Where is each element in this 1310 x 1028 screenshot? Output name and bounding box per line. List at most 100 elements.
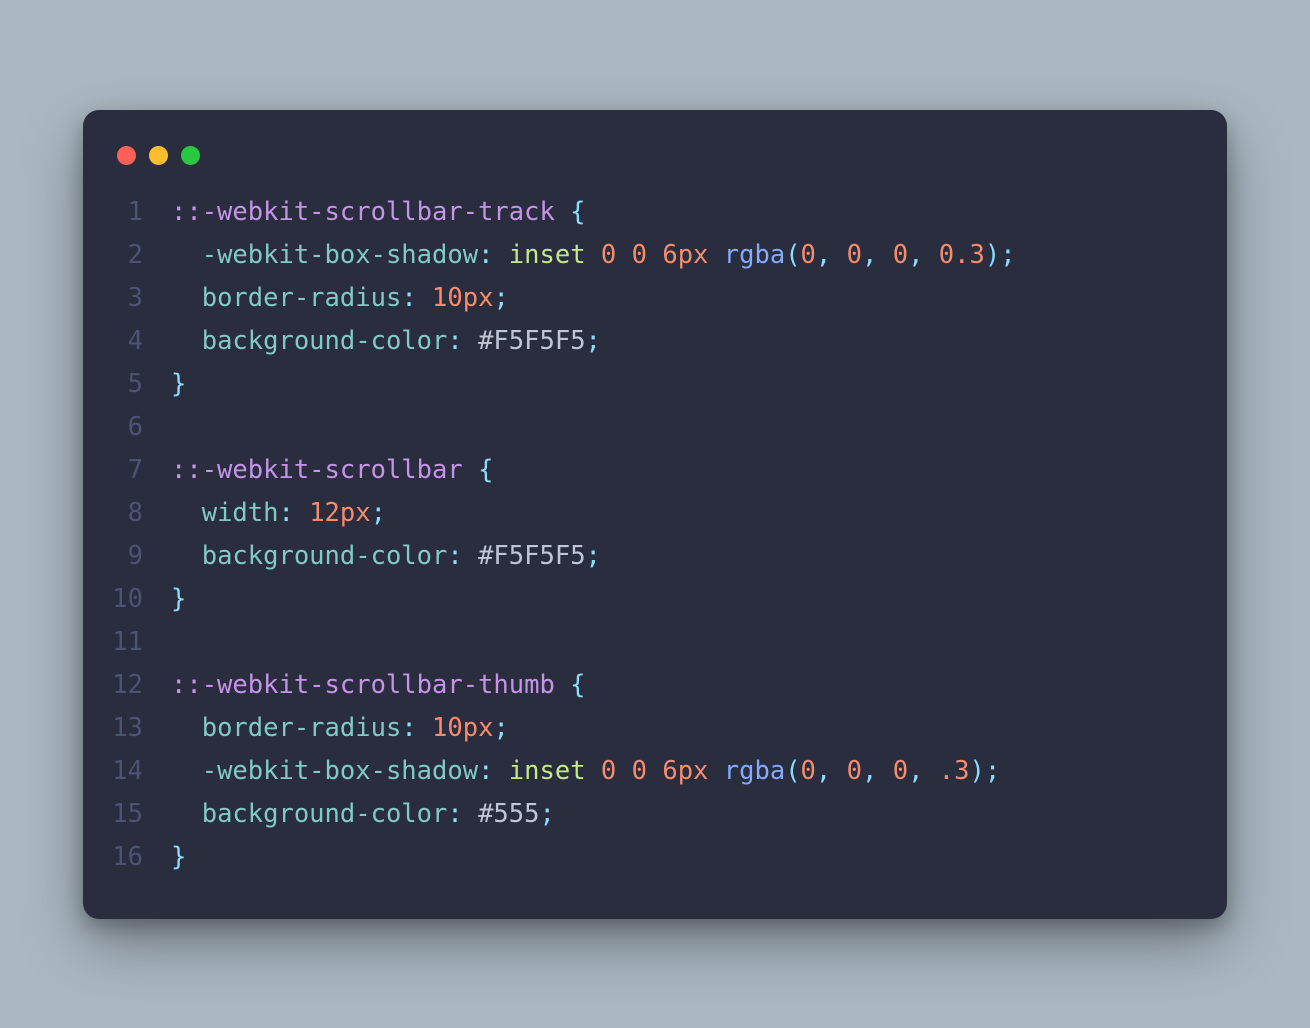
code-token: 0 (847, 240, 862, 270)
code-line[interactable]: 8 width: 12px; (83, 492, 1227, 535)
code-token: { (570, 197, 585, 227)
code-token (877, 240, 892, 270)
code-token: border-radius (202, 713, 402, 743)
code-content[interactable]: border-radius: 10px; (171, 707, 1227, 750)
line-number: 16 (83, 836, 171, 879)
line-number: 10 (83, 578, 171, 621)
code-token (555, 670, 570, 700)
line-number: 8 (83, 492, 171, 535)
code-window: 1::-webkit-scrollbar-track {2 -webkit-bo… (83, 110, 1227, 919)
code-content[interactable]: ::-webkit-scrollbar-track { (171, 191, 1227, 234)
code-content[interactable]: border-radius: 10px; (171, 277, 1227, 320)
code-token: ) (970, 756, 985, 786)
code-token: } (171, 842, 186, 872)
code-token: -webkit-box-shadow (202, 756, 478, 786)
zoom-icon[interactable] (181, 146, 200, 165)
code-token: ) (985, 240, 1000, 270)
line-number: 15 (83, 793, 171, 836)
code-content[interactable]: -webkit-box-shadow: inset 0 0 6px rgba(0… (171, 750, 1227, 793)
code-content[interactable] (171, 621, 1227, 664)
code-token (171, 283, 202, 313)
code-token: 0 (893, 240, 908, 270)
code-token: ; (586, 326, 601, 356)
code-content[interactable]: ::-webkit-scrollbar { (171, 449, 1227, 492)
code-token: -webkit-box-shadow (202, 240, 478, 270)
code-token: , (908, 756, 923, 786)
code-token: ; (985, 756, 1000, 786)
close-icon[interactable] (117, 146, 136, 165)
code-editor[interactable]: 1::-webkit-scrollbar-track {2 -webkit-bo… (83, 191, 1227, 879)
code-token (463, 326, 478, 356)
code-token: , (862, 240, 877, 270)
code-token (831, 756, 846, 786)
code-token: ::-webkit-scrollbar-track (171, 197, 555, 227)
code-token (616, 240, 631, 270)
code-token: , (908, 240, 923, 270)
code-line[interactable]: 10} (83, 578, 1227, 621)
line-number: 13 (83, 707, 171, 750)
canvas: 1::-webkit-scrollbar-track {2 -webkit-bo… (0, 0, 1310, 1028)
code-token: ; (1000, 240, 1015, 270)
code-line[interactable]: 11 (83, 621, 1227, 664)
code-token: 0 (893, 756, 908, 786)
code-token: 0 (601, 240, 616, 270)
code-token (708, 756, 723, 786)
code-token (171, 713, 202, 743)
code-line[interactable]: 13 border-radius: 10px; (83, 707, 1227, 750)
code-content[interactable]: width: 12px; (171, 492, 1227, 535)
code-token: rgba (724, 240, 785, 270)
code-content[interactable]: ::-webkit-scrollbar-thumb { (171, 664, 1227, 707)
line-number: 12 (83, 664, 171, 707)
code-line[interactable]: 7::-webkit-scrollbar { (83, 449, 1227, 492)
code-token: 0 (801, 756, 816, 786)
code-token: 6px (662, 756, 708, 786)
code-token: border-radius (202, 283, 402, 313)
code-line[interactable]: 4 background-color: #F5F5F5; (83, 320, 1227, 363)
code-token: 10px (432, 283, 493, 313)
code-token (463, 455, 478, 485)
code-line[interactable]: 3 border-radius: 10px; (83, 277, 1227, 320)
code-token: : (447, 326, 462, 356)
code-content[interactable] (171, 406, 1227, 449)
code-line[interactable]: 12::-webkit-scrollbar-thumb { (83, 664, 1227, 707)
code-token (171, 240, 202, 270)
code-content[interactable]: -webkit-box-shadow: inset 0 0 6px rgba(0… (171, 234, 1227, 277)
code-token: : (447, 799, 462, 829)
code-token (417, 713, 432, 743)
code-token: ; (493, 713, 508, 743)
code-content[interactable]: background-color: #F5F5F5; (171, 535, 1227, 578)
code-token: width (202, 498, 279, 528)
code-token (647, 756, 662, 786)
code-token: ( (785, 756, 800, 786)
code-token: 6px (662, 240, 708, 270)
code-token (555, 197, 570, 227)
code-line[interactable]: 2 -webkit-box-shadow: inset 0 0 6px rgba… (83, 234, 1227, 277)
code-content[interactable]: } (171, 578, 1227, 621)
code-line[interactable]: 6 (83, 406, 1227, 449)
code-token: ; (586, 541, 601, 571)
code-line[interactable]: 9 background-color: #F5F5F5; (83, 535, 1227, 578)
code-token: 0 (801, 240, 816, 270)
code-token (171, 498, 202, 528)
code-line[interactable]: 14 -webkit-box-shadow: inset 0 0 6px rgb… (83, 750, 1227, 793)
code-line[interactable]: 16} (83, 836, 1227, 879)
code-line[interactable]: 15 background-color: #555; (83, 793, 1227, 836)
code-content[interactable]: background-color: #555; (171, 793, 1227, 836)
code-token: 0 (632, 240, 647, 270)
code-line[interactable]: 5} (83, 363, 1227, 406)
code-token: } (171, 584, 186, 614)
code-content[interactable]: background-color: #F5F5F5; (171, 320, 1227, 363)
code-token (586, 240, 601, 270)
code-token: , (816, 756, 831, 786)
code-token: ::-webkit-scrollbar-thumb (171, 670, 555, 700)
code-token (463, 541, 478, 571)
minimize-icon[interactable] (149, 146, 168, 165)
code-token: ; (493, 283, 508, 313)
code-line[interactable]: 1::-webkit-scrollbar-track { (83, 191, 1227, 234)
line-number: 5 (83, 363, 171, 406)
code-token (171, 326, 202, 356)
traffic-lights (83, 138, 1227, 191)
code-content[interactable]: } (171, 836, 1227, 879)
code-token (616, 756, 631, 786)
code-content[interactable]: } (171, 363, 1227, 406)
